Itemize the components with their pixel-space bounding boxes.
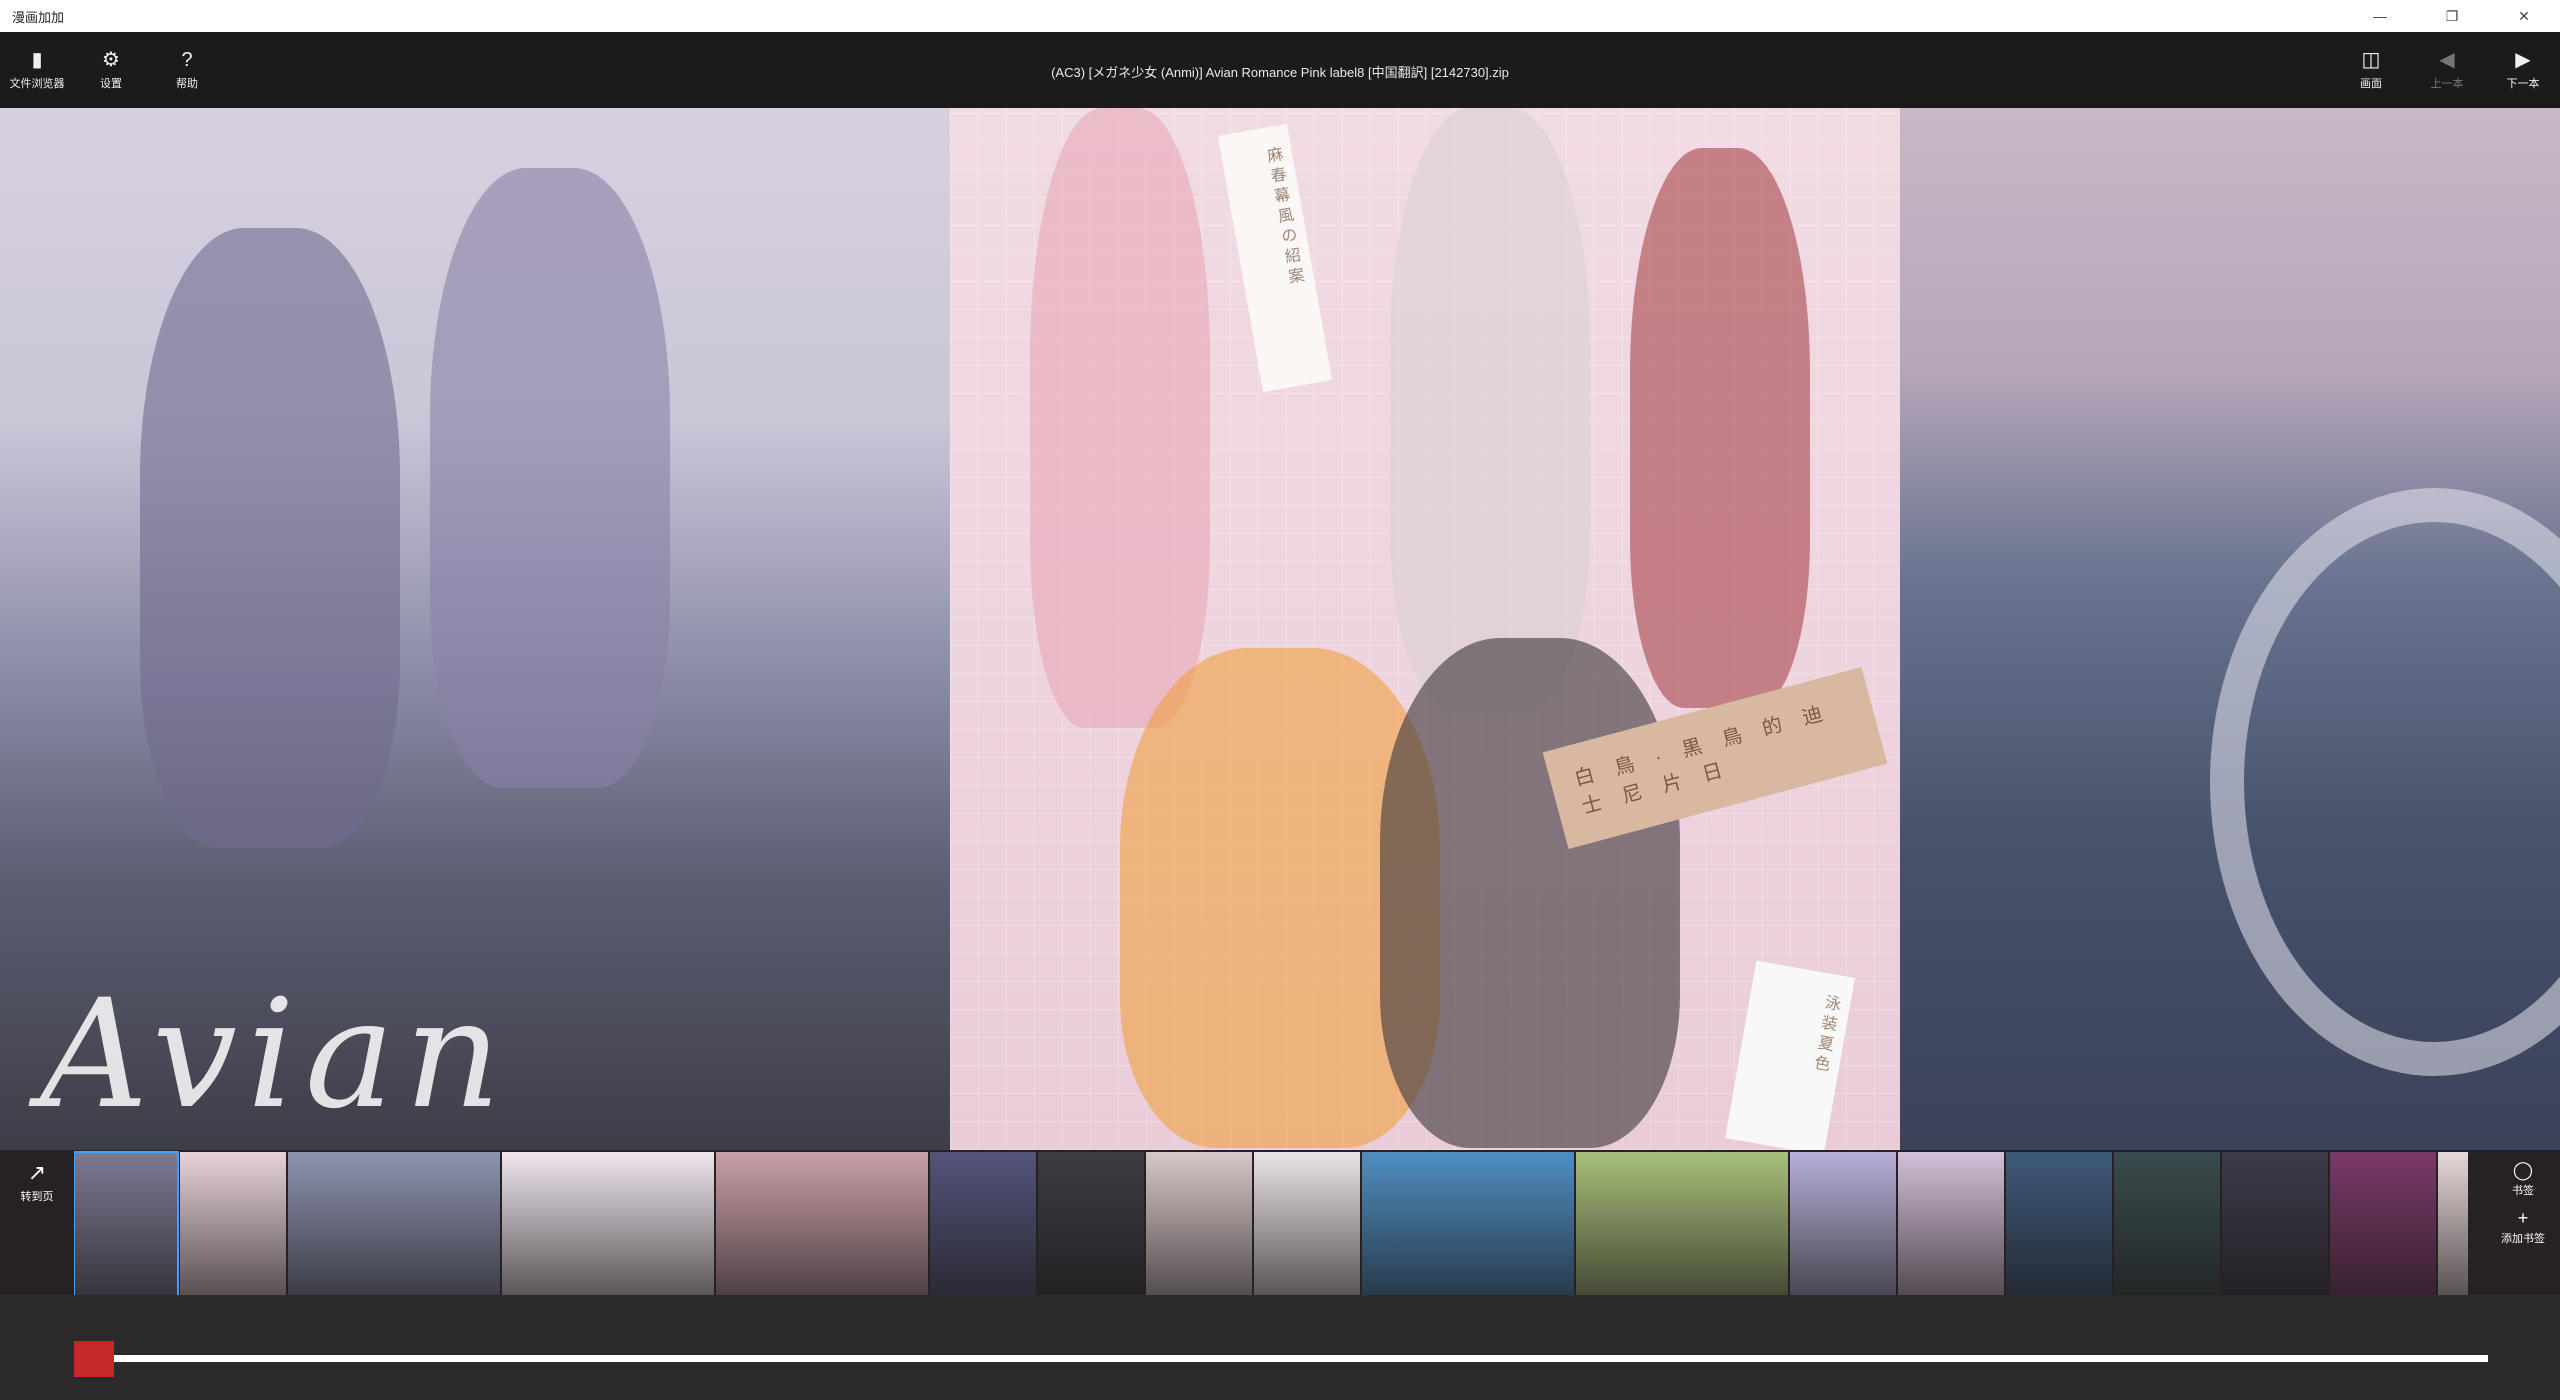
add-icon: + bbox=[2517, 1208, 2529, 1228]
close-icon[interactable]: ✕ bbox=[2488, 0, 2560, 32]
arrow-up-right-icon: ↗ bbox=[27, 1160, 47, 1185]
previous-book-button[interactable]: ◀ 上一本 bbox=[2410, 42, 2484, 98]
progress-track[interactable] bbox=[74, 1355, 2488, 1362]
ribbon-shape bbox=[2210, 488, 2560, 1076]
bookmark-actions: ◯ 书签 + 添加书签 bbox=[2486, 1150, 2560, 1295]
thumbnail[interactable]: 7 bbox=[1038, 1152, 1144, 1295]
page-image-center: 麻 春 幕 風 の 紹 案 白 鳥 · 黒 鳥 的 迪 士 尼 片 日 泳 装 … bbox=[950, 108, 1900, 1150]
figure-silhouette bbox=[1390, 108, 1590, 708]
page-viewer[interactable]: Avian 麻 春 幕 風 の 紹 案 白 鳥 · 黒 鳥 的 迪 士 尼 片 … bbox=[0, 108, 2560, 1150]
thumbnail[interactable]: 5 bbox=[716, 1152, 928, 1295]
thumbnail-image bbox=[1146, 1152, 1252, 1295]
page-image-left: Avian bbox=[0, 108, 950, 1150]
thumbnail-image bbox=[74, 1151, 179, 1295]
thumbnail-image bbox=[1038, 1152, 1144, 1295]
thumbnail[interactable]: 8 bbox=[1146, 1152, 1252, 1295]
figure-silhouette bbox=[1030, 108, 1210, 728]
toolbar: ▮ 文件浏览器 ⚙ 设置 ? 帮助 (AC3) [メガネ少女 (Anmi)] A… bbox=[0, 32, 2560, 108]
thumbnail-image bbox=[1576, 1152, 1788, 1295]
thumbnail[interactable]: 1 bbox=[74, 1151, 179, 1295]
note-card: 泳 装 夏 色 bbox=[1725, 960, 1855, 1150]
page-image-right bbox=[1900, 108, 2560, 1150]
next-book-label: 下一本 bbox=[2506, 78, 2540, 90]
previous-book-icon: ◀ bbox=[2439, 49, 2455, 71]
thumbnail-image bbox=[1362, 1152, 1574, 1295]
goto-page-label: 转到页 bbox=[20, 1191, 54, 1203]
add-bookmark-button[interactable]: + 添加书签 bbox=[2501, 1208, 2545, 1246]
thumbnail[interactable]: 12 bbox=[1790, 1152, 1896, 1295]
figure-silhouette bbox=[430, 168, 670, 788]
thumbnail[interactable]: 9 bbox=[1254, 1152, 1360, 1295]
avian-script-text: Avian bbox=[40, 968, 511, 1142]
document-title: (AC3) [メガネ少女 (Anmi)] Avian Romance Pink … bbox=[1051, 65, 1509, 80]
thumbnail-image bbox=[1254, 1152, 1360, 1295]
thumbnail-image bbox=[2330, 1152, 2436, 1295]
window-titlebar: 漫画加加 — ❐ ✕ bbox=[0, 0, 2560, 32]
minimize-icon[interactable]: — bbox=[2344, 0, 2416, 32]
thumbnail-image bbox=[1898, 1152, 2004, 1295]
note-card: 麻 春 幕 風 の 紹 案 bbox=[1217, 123, 1333, 393]
thumbnail[interactable]: 15 bbox=[2114, 1152, 2220, 1295]
restore-icon[interactable]: ❐ bbox=[2416, 0, 2488, 32]
goto-page-button[interactable]: ↗ 转到页 bbox=[0, 1160, 74, 1220]
thumbnail[interactable]: 6 bbox=[930, 1152, 1036, 1295]
thumbnail[interactable]: 13 bbox=[1898, 1152, 2004, 1295]
next-book-button[interactable]: ▶ 下一本 bbox=[2486, 42, 2560, 98]
spread-view-button[interactable]: ◫ 画面 bbox=[2334, 42, 2408, 98]
thumbnail-image bbox=[2438, 1152, 2468, 1295]
thumbnail-image bbox=[180, 1152, 286, 1295]
thumbnail[interactable]: 14 bbox=[2006, 1152, 2112, 1295]
thumbnail[interactable]: 11 bbox=[1576, 1152, 1788, 1295]
thumbnail-strip: ↗ 转到页 1234567891011121314151617 ◯ 书签 + 添… bbox=[0, 1150, 2560, 1295]
spread-view-icon: ◫ bbox=[2361, 49, 2381, 71]
bookmarks-button[interactable]: ◯ 书签 bbox=[2512, 1160, 2534, 1198]
thumbnail[interactable] bbox=[2438, 1152, 2468, 1295]
bookmarks-label: 书签 bbox=[2512, 1185, 2534, 1197]
thumbnail-image bbox=[288, 1152, 500, 1295]
figure-silhouette bbox=[1630, 148, 1810, 708]
app-title: 漫画加加 bbox=[12, 9, 65, 25]
bookmark-icon: ◯ bbox=[2512, 1160, 2534, 1180]
previous-book-label: 上一本 bbox=[2430, 78, 2464, 90]
thumbnail[interactable]: 16 bbox=[2222, 1152, 2328, 1295]
thumbnail-image bbox=[2222, 1152, 2328, 1295]
thumbnail[interactable]: 2 bbox=[180, 1152, 286, 1295]
thumbnail[interactable]: 3 bbox=[288, 1152, 500, 1295]
next-book-icon: ▶ bbox=[2515, 49, 2531, 71]
add-bookmark-label: 添加书签 bbox=[2501, 1233, 2545, 1245]
page-progress bbox=[0, 1295, 2560, 1400]
thumbnail[interactable]: 17 bbox=[2330, 1152, 2436, 1295]
thumbnail-image bbox=[716, 1152, 928, 1295]
thumbnail[interactable]: 4 bbox=[502, 1152, 714, 1295]
thumbnail-image bbox=[502, 1152, 714, 1295]
window-controls: — ❐ ✕ bbox=[2344, 0, 2560, 32]
figure-silhouette bbox=[140, 228, 400, 848]
thumbnail-image bbox=[930, 1152, 1036, 1295]
figure-silhouette bbox=[1380, 638, 1680, 1148]
thumbnail-list: 1234567891011121314151617 bbox=[74, 1150, 2484, 1295]
thumbnail-image bbox=[2006, 1152, 2112, 1295]
progress-handle[interactable] bbox=[74, 1341, 114, 1377]
thumbnail[interactable]: 10 bbox=[1362, 1152, 1574, 1295]
spread-view-label: 画面 bbox=[2360, 78, 2382, 90]
thumbnail-image bbox=[1790, 1152, 1896, 1295]
thumbnail-image bbox=[2114, 1152, 2220, 1295]
